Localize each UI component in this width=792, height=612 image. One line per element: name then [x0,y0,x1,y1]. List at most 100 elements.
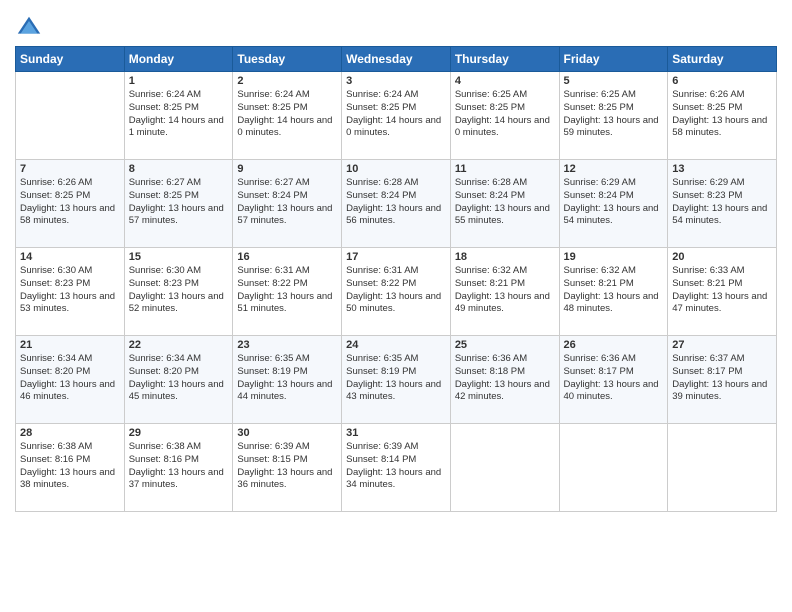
day-number: 21 [20,339,120,351]
calendar-cell: 8 Sunrise: 6:27 AMSunset: 8:25 PMDaylight… [124,160,233,248]
day-info: Sunrise: 6:32 AMSunset: 8:21 PMDaylight:… [564,265,664,316]
day-number: 18 [455,251,555,263]
week-row-2: 14 Sunrise: 6:30 AMSunset: 8:23 PMDayligh… [16,248,777,336]
header [15,10,777,42]
calendar-cell: 31 Sunrise: 6:39 AMSunset: 8:14 PMDayligh… [342,424,451,512]
day-info: Sunrise: 6:36 AMSunset: 8:18 PMDaylight:… [455,353,555,404]
calendar-cell: 14 Sunrise: 6:30 AMSunset: 8:23 PMDayligh… [16,248,125,336]
day-number: 17 [346,251,446,263]
day-info: Sunrise: 6:24 AMSunset: 8:25 PMDaylight:… [346,89,446,140]
day-number: 23 [237,339,337,351]
day-info: Sunrise: 6:35 AMSunset: 8:19 PMDaylight:… [237,353,337,404]
calendar-cell: 5 Sunrise: 6:25 AMSunset: 8:25 PMDaylight… [559,72,668,160]
day-info: Sunrise: 6:25 AMSunset: 8:25 PMDaylight:… [455,89,555,140]
calendar-cell: 29Sunrise: 6:38 AMSunset: 8:16 PMDayligh… [124,424,233,512]
day-info: Sunrise: 6:24 AMSunset: 8:25 PMDaylight:… [129,89,229,140]
day-number: 5 [564,75,664,87]
day-number: 24 [346,339,446,351]
week-row-3: 21 Sunrise: 6:34 AMSunset: 8:20 PMDayligh… [16,336,777,424]
day-number: 11 [455,163,555,175]
day-info: Sunrise: 6:30 AMSunset: 8:23 PMDaylight:… [20,265,120,316]
day-number: 26 [564,339,664,351]
calendar-cell: 22Sunrise: 6:34 AMSunset: 8:20 PMDayligh… [124,336,233,424]
calendar-cell: 21 Sunrise: 6:34 AMSunset: 8:20 PMDayligh… [16,336,125,424]
day-number: 15 [129,251,229,263]
day-header-monday: Monday [124,47,233,72]
day-info: Sunrise: 6:27 AMSunset: 8:25 PMDaylight:… [129,177,229,228]
day-info: Sunrise: 6:31 AMSunset: 8:22 PMDaylight:… [237,265,337,316]
week-row-4: 28Sunrise: 6:38 AMSunset: 8:16 PMDayligh… [16,424,777,512]
page-container: SundayMondayTuesdayWednesdayThursdayFrid… [0,0,792,522]
day-info: Sunrise: 6:31 AMSunset: 8:22 PMDaylight:… [346,265,446,316]
calendar-cell: 27 Sunrise: 6:37 AMSunset: 8:17 PMDayligh… [668,336,777,424]
calendar-cell [559,424,668,512]
day-info: Sunrise: 6:37 AMSunset: 8:17 PMDaylight:… [672,353,772,404]
day-info: Sunrise: 6:36 AMSunset: 8:17 PMDaylight:… [564,353,664,404]
day-info: Sunrise: 6:29 AMSunset: 8:23 PMDaylight:… [672,177,772,228]
day-number: 25 [455,339,555,351]
calendar-cell: 20 Sunrise: 6:33 AMSunset: 8:21 PMDayligh… [668,248,777,336]
day-header-sunday: Sunday [16,47,125,72]
day-number: 6 [672,75,772,87]
day-info: Sunrise: 6:32 AMSunset: 8:21 PMDaylight:… [455,265,555,316]
day-header-wednesday: Wednesday [342,47,451,72]
logo [15,14,45,42]
day-info: Sunrise: 6:39 AMSunset: 8:15 PMDaylight:… [237,441,337,492]
day-header-friday: Friday [559,47,668,72]
day-number: 3 [346,75,446,87]
day-number: 28 [20,427,120,439]
day-number: 31 [346,427,446,439]
calendar-cell [668,424,777,512]
calendar-cell: 13 Sunrise: 6:29 AMSunset: 8:23 PMDayligh… [668,160,777,248]
week-row-1: 7 Sunrise: 6:26 AMSunset: 8:25 PMDaylight… [16,160,777,248]
day-number: 27 [672,339,772,351]
day-header-saturday: Saturday [668,47,777,72]
day-number: 20 [672,251,772,263]
day-number: 12 [564,163,664,175]
day-number: 13 [672,163,772,175]
day-number: 4 [455,75,555,87]
calendar-cell: 1 Sunrise: 6:24 AMSunset: 8:25 PMDaylight… [124,72,233,160]
day-info: Sunrise: 6:33 AMSunset: 8:21 PMDaylight:… [672,265,772,316]
day-info: Sunrise: 6:28 AMSunset: 8:24 PMDaylight:… [455,177,555,228]
day-number: 7 [20,163,120,175]
calendar-cell: 23 Sunrise: 6:35 AMSunset: 8:19 PMDayligh… [233,336,342,424]
day-info: Sunrise: 6:25 AMSunset: 8:25 PMDaylight:… [564,89,664,140]
calendar-cell: 28Sunrise: 6:38 AMSunset: 8:16 PMDayligh… [16,424,125,512]
calendar-cell: 25 Sunrise: 6:36 AMSunset: 8:18 PMDayligh… [450,336,559,424]
day-number: 9 [237,163,337,175]
day-number: 30 [237,427,337,439]
calendar-cell: 19Sunrise: 6:32 AMSunset: 8:21 PMDayligh… [559,248,668,336]
logo-icon [15,14,43,42]
calendar-cell: 7 Sunrise: 6:26 AMSunset: 8:25 PMDaylight… [16,160,125,248]
day-header-thursday: Thursday [450,47,559,72]
day-number: 16 [237,251,337,263]
day-number: 10 [346,163,446,175]
day-info: Sunrise: 6:27 AMSunset: 8:24 PMDaylight:… [237,177,337,228]
day-info: Sunrise: 6:30 AMSunset: 8:23 PMDaylight:… [129,265,229,316]
day-info: Sunrise: 6:34 AMSunset: 8:20 PMDaylight:… [20,353,120,404]
day-info: Sunrise: 6:35 AMSunset: 8:19 PMDaylight:… [346,353,446,404]
day-info: Sunrise: 6:28 AMSunset: 8:24 PMDaylight:… [346,177,446,228]
day-info: Sunrise: 6:39 AMSunset: 8:14 PMDaylight:… [346,441,446,492]
calendar-cell: 24 Sunrise: 6:35 AMSunset: 8:19 PMDayligh… [342,336,451,424]
day-info: Sunrise: 6:26 AMSunset: 8:25 PMDaylight:… [20,177,120,228]
calendar-cell [16,72,125,160]
calendar-cell: 2Sunrise: 6:24 AMSunset: 8:25 PMDaylight… [233,72,342,160]
day-number: 29 [129,427,229,439]
calendar-cell: 11 Sunrise: 6:28 AMSunset: 8:24 PMDayligh… [450,160,559,248]
day-number: 14 [20,251,120,263]
calendar-cell [450,424,559,512]
day-info: Sunrise: 6:26 AMSunset: 8:25 PMDaylight:… [672,89,772,140]
calendar-cell: 3 Sunrise: 6:24 AMSunset: 8:25 PMDaylight… [342,72,451,160]
calendar-cell: 26 Sunrise: 6:36 AMSunset: 8:17 PMDayligh… [559,336,668,424]
day-header-tuesday: Tuesday [233,47,342,72]
calendar-cell: 12Sunrise: 6:29 AMSunset: 8:24 PMDayligh… [559,160,668,248]
calendar-cell: 30 Sunrise: 6:39 AMSunset: 8:15 PMDayligh… [233,424,342,512]
day-info: Sunrise: 6:24 AMSunset: 8:25 PMDaylight:… [237,89,337,140]
day-number: 22 [129,339,229,351]
calendar-cell: 18 Sunrise: 6:32 AMSunset: 8:21 PMDayligh… [450,248,559,336]
day-number: 1 [129,75,229,87]
day-number: 8 [129,163,229,175]
calendar-cell: 6 Sunrise: 6:26 AMSunset: 8:25 PMDaylight… [668,72,777,160]
